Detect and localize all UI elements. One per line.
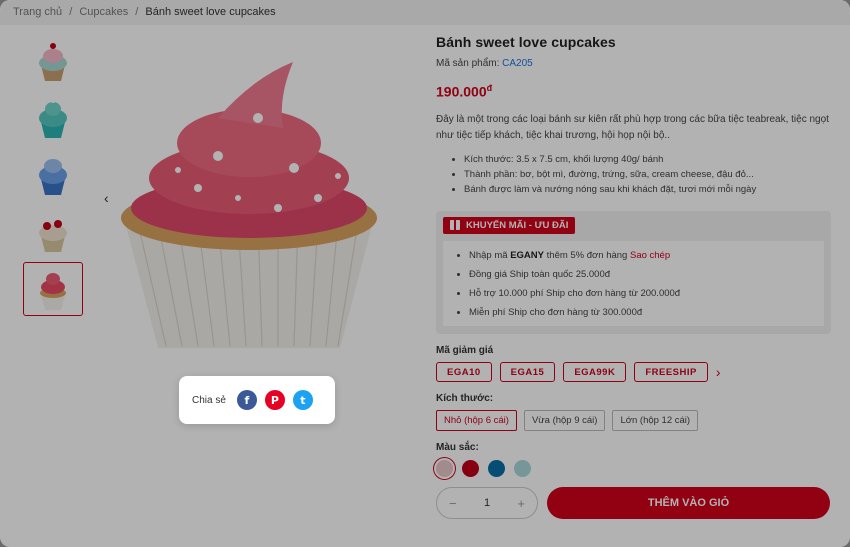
modal-overlay[interactable] xyxy=(0,0,850,547)
share-popup: Chia sẻ f P t xyxy=(179,376,335,424)
twitter-icon[interactable]: t xyxy=(292,390,313,410)
product-page: Trang chủ / Cupcakes / Bánh sweet love c… xyxy=(0,0,850,547)
pinterest-icon[interactable]: P xyxy=(264,390,285,410)
facebook-icon[interactable]: f xyxy=(236,390,257,410)
share-label: Chia sẻ xyxy=(192,394,226,406)
